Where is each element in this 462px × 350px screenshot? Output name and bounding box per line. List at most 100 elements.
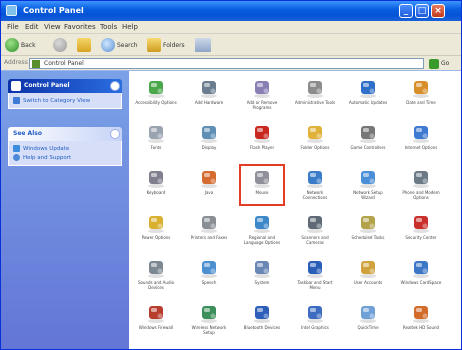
applet-user-accounts[interactable]: User Accounts [347, 257, 389, 301]
minimize-button[interactable]: _ [399, 4, 413, 18]
control-panel-icon [32, 60, 40, 68]
applet-wireless-network[interactable]: Wireless Network Setup [188, 302, 230, 346]
flash-player-icon [251, 122, 273, 144]
scheduled-tasks-icon [357, 212, 379, 234]
folders-button[interactable]: Folders [147, 37, 185, 53]
forward-button[interactable] [53, 37, 67, 53]
cardspace-icon [410, 257, 432, 279]
network-connections-icon [304, 167, 326, 189]
applet-power-options[interactable]: Power Options [135, 212, 177, 256]
applet-realtek-sound[interactable]: Realtek HD Sound [400, 302, 442, 346]
control-panel-window: Control Panel _ □ × File Edit View Favor… [0, 0, 462, 350]
applet-grid: Accessibility Options Add Hardware Add or … [129, 71, 461, 349]
applet-keyboard[interactable]: Keyboard [135, 167, 177, 211]
applet-intel-graphics[interactable]: Intel Graphics [294, 302, 336, 346]
game-controllers-icon [357, 122, 379, 144]
accessibility-icon [145, 77, 167, 99]
menu-favorites[interactable]: Favorites [64, 23, 96, 31]
applet-windows-firewall[interactable]: Windows Firewall [135, 302, 177, 346]
search-button[interactable]: Search [101, 37, 138, 53]
see-also-section-header[interactable]: See Also [8, 127, 122, 141]
power-options-icon [145, 212, 167, 234]
applet-scanners-cameras[interactable]: Scanners and Cameras [294, 212, 336, 256]
applet-add-remove-programs[interactable]: Add or Remove Programs [241, 77, 283, 121]
applet-label: Printers and Faxes [190, 235, 228, 240]
applet-label: Network Setup Wizard [353, 190, 383, 200]
menu-edit[interactable]: Edit [25, 23, 39, 31]
applet-quicktime[interactable]: QuickTime [347, 302, 389, 346]
switch-view-link[interactable]: Switch to Category View [13, 96, 117, 105]
applet-folder-options[interactable]: Folder Options [294, 122, 336, 166]
toolbar: Back Search Folders [1, 34, 461, 56]
wireless-network-icon [198, 302, 220, 324]
applet-taskbar-start-menu[interactable]: Taskbar and Start Menu [294, 257, 336, 301]
applet-fonts[interactable]: Fonts [135, 122, 177, 166]
phone-modem-icon [410, 167, 432, 189]
maximize-button[interactable]: □ [415, 4, 429, 18]
up-folder-button[interactable] [77, 37, 91, 53]
collapse-icon[interactable] [110, 81, 120, 91]
applet-label: Date and Time [406, 100, 436, 105]
task-pane: Control Panel Switch to Category View Se… [1, 71, 129, 349]
applet-mouse[interactable]: Mouse [239, 164, 285, 211]
control-panel-section-header[interactable]: Control Panel [8, 79, 122, 93]
applet-system[interactable]: System [241, 257, 283, 301]
back-button[interactable]: Back [5, 37, 36, 53]
selection-highlight [239, 164, 285, 206]
applet-scheduled-tasks[interactable]: Scheduled Tasks [347, 212, 389, 256]
applet-printers-faxes[interactable]: Printers and Faxes [188, 212, 230, 256]
menu-help[interactable]: Help [122, 23, 138, 31]
address-field[interactable]: Control Panel [29, 58, 424, 69]
applet-label: Regional and Language Options [243, 235, 281, 245]
control-panel-icon [6, 5, 17, 16]
menu-file[interactable]: File [7, 23, 19, 31]
views-icon [195, 38, 211, 52]
applet-label: Scheduled Tasks [351, 235, 385, 240]
applet-label: QuickTime [357, 325, 379, 330]
windows-update-link[interactable]: Windows Update [13, 144, 117, 153]
windows-update-icon [13, 145, 20, 152]
applet-network-setup-wizard[interactable]: Network Setup Wizard [347, 167, 389, 211]
applet-phone-modem[interactable]: Phone and Modem Options [400, 167, 442, 211]
applet-network-connections[interactable]: Network Connections [294, 167, 336, 211]
applet-add-hardware[interactable]: Add Hardware [188, 77, 230, 121]
close-button[interactable]: × [431, 4, 445, 18]
applet-game-controllers[interactable]: Game Controllers [347, 122, 389, 166]
applet-label: Keyboard [146, 190, 166, 195]
sounds-audio-icon [145, 257, 167, 279]
address-label: Address [4, 59, 28, 66]
applet-label: Network Connections [302, 190, 328, 200]
back-label: Back [21, 41, 36, 49]
applet-display[interactable]: Display [188, 122, 230, 166]
applet-regional-language[interactable]: Regional and Language Options [241, 212, 283, 256]
quicktime-icon [357, 302, 379, 324]
title-bar[interactable]: Control Panel _ □ × [1, 1, 461, 21]
applet-date-time[interactable]: Date and Time [400, 77, 442, 121]
add-remove-programs-icon [251, 77, 273, 99]
section-title: Control Panel [24, 82, 70, 89]
add-hardware-icon [198, 77, 220, 99]
applet-label: Security Center [405, 235, 437, 240]
applet-sounds-audio[interactable]: Sounds and Audio Devices [135, 257, 177, 301]
help-support-link[interactable]: Help and Support [13, 153, 117, 162]
collapse-icon[interactable] [110, 129, 120, 139]
views-button[interactable] [195, 37, 211, 53]
go-button[interactable]: Go [429, 58, 457, 69]
system-icon [251, 257, 273, 279]
applet-bluetooth[interactable]: Bluetooth Devices [241, 302, 283, 346]
applet-internet-options[interactable]: Internet Options [400, 122, 442, 166]
search-icon [101, 38, 115, 52]
applet-flash-player[interactable]: Flash Player [241, 122, 283, 166]
applet-label: Speech [201, 280, 217, 285]
applet-automatic-updates[interactable]: Automatic Updates [347, 77, 389, 121]
applet-cardspace[interactable]: Windows CardSpace [400, 257, 442, 301]
menu-view[interactable]: View [44, 23, 61, 31]
applet-accessibility[interactable]: Accessibility Options [135, 77, 177, 121]
go-label: Go [441, 60, 450, 67]
applet-speech[interactable]: Speech [188, 257, 230, 301]
menu-tools[interactable]: Tools [100, 23, 117, 31]
applet-security-center[interactable]: Security Center [400, 212, 442, 256]
applet-administrative-tools[interactable]: Administrative Tools [294, 77, 336, 121]
category-view-icon [13, 97, 20, 104]
applet-java[interactable]: Java [188, 167, 230, 211]
